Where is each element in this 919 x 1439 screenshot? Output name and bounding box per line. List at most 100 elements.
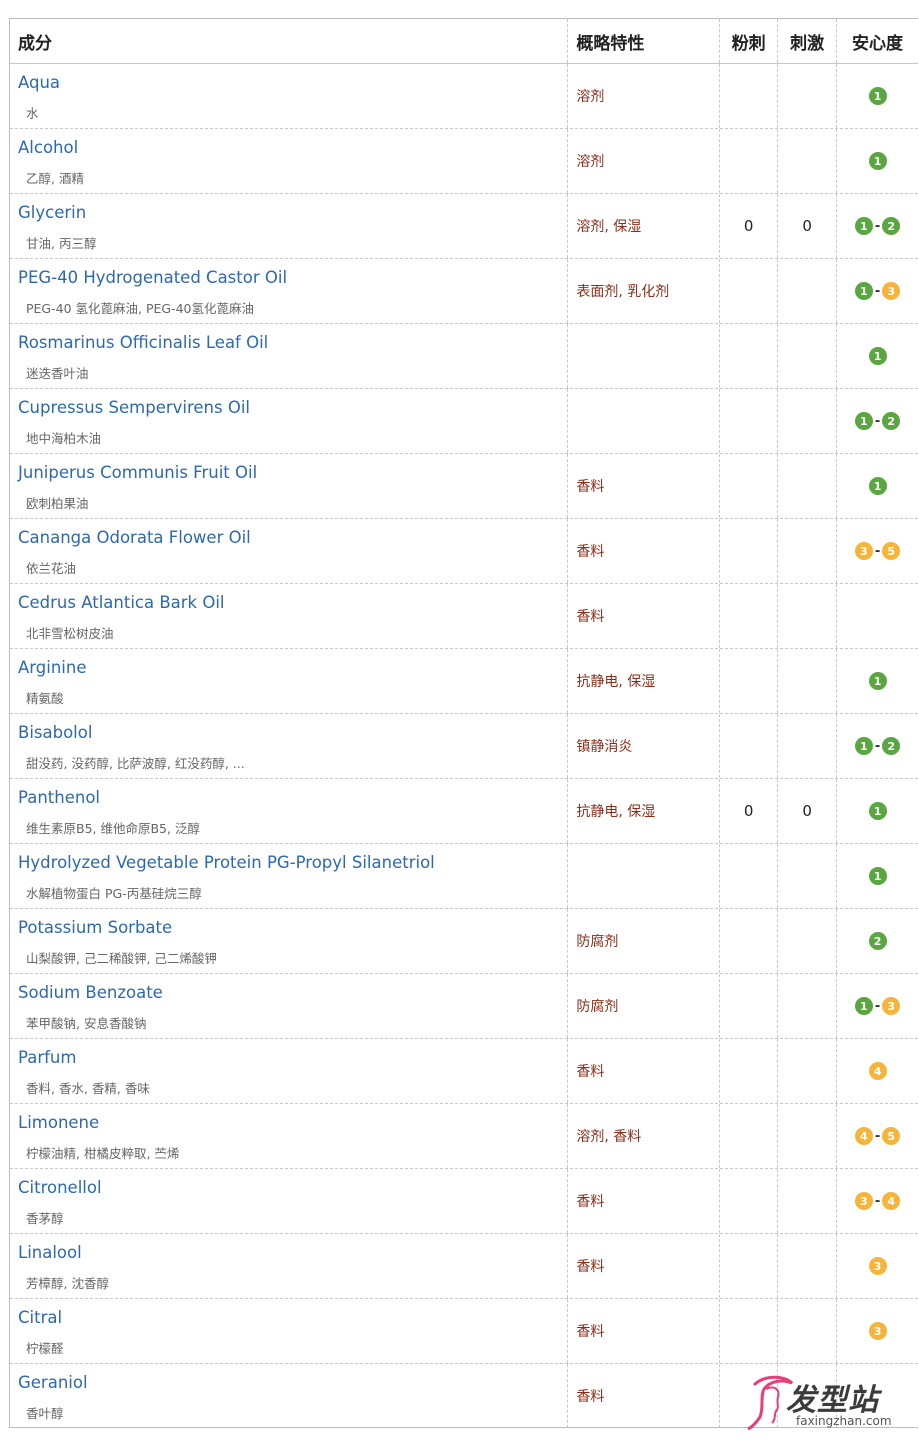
table-row: Panthenol 维生素原B5, 维他命原B5, 泛醇 抗静电, 保湿 0 0 1 <box>10 779 918 844</box>
ingredient-cell: Rosmarinus Officinalis Leaf Oil 迷迭香叶油 <box>10 324 569 388</box>
ingredient-alias: 芳樟醇, 沈香醇 <box>26 1276 109 1291</box>
feature-cell: 溶剂, 保湿 <box>568 194 721 258</box>
table-row: Alcohol 乙醇, 酒精 溶剂 1 <box>10 129 918 194</box>
ingredient-name-link[interactable]: Hydrolyzed Vegetable Protein PG-Propyl S… <box>18 853 435 872</box>
safety-rating: 3-4 <box>837 1169 918 1233</box>
ingredient-name-link[interactable]: Aqua <box>18 73 60 92</box>
safety-cell: 1-3 <box>837 259 918 323</box>
acne-cell <box>720 1299 779 1363</box>
irritation-value <box>778 389 836 453</box>
ingredient-name-link[interactable]: Linalool <box>18 1243 82 1262</box>
ingredient-cell: Citral 柠檬醛 <box>10 1299 569 1363</box>
irritation-value: 0 <box>802 802 812 820</box>
ingredient-name-link[interactable]: Cupressus Sempervirens Oil <box>18 398 250 417</box>
ingredient-alias: 柠檬醛 <box>26 1341 64 1356</box>
safety-badge: 3 <box>882 282 901 300</box>
feature-text: 溶剂 <box>576 89 605 105</box>
safety-rating: 1 <box>837 324 918 388</box>
acne-cell <box>720 259 779 323</box>
ingredient-cell: Juniperus Communis Fruit Oil 欧刺柏果油 <box>10 454 569 518</box>
safety-badge: 1 <box>854 997 873 1015</box>
safety-rating: 1 <box>837 779 918 843</box>
header-irritation: 刺激 <box>778 19 838 63</box>
safety-cell: 4-5 <box>837 1104 918 1168</box>
ingredient-alias: 乙醇, 酒精 <box>26 171 84 186</box>
safety-rating: 1-2 <box>837 714 918 778</box>
irritation-value <box>778 129 836 193</box>
table-row: Potassium Sorbate 山梨酸钾, 己二稀酸钾, 己二烯酸钾 防腐剂 2 <box>10 909 918 974</box>
safety-badge: 1 <box>868 867 887 885</box>
ingredient-name-link[interactable]: Bisabolol <box>18 723 92 742</box>
feature-cell: 表面剂, 乳化剂 <box>568 259 721 323</box>
irritation-value <box>778 519 836 583</box>
ingredient-name-link[interactable]: Alcohol <box>18 138 78 157</box>
irritation-value <box>778 1169 836 1233</box>
irritation-cell <box>778 324 838 388</box>
ingredient-cell: Aqua 水 <box>10 64 569 128</box>
irritation-value <box>778 324 836 388</box>
ingredient-name-link[interactable]: Arginine <box>18 658 87 677</box>
safety-rating: 1-3 <box>837 259 918 323</box>
irritation-cell <box>778 714 838 778</box>
feature-cell: 香料 <box>568 584 721 648</box>
feature-cell: 香料 <box>568 1364 721 1427</box>
ingredient-name-link[interactable]: Citral <box>18 1308 62 1327</box>
irritation-cell <box>778 64 838 128</box>
feature-text: 香料 <box>576 1064 605 1080</box>
feature-text: 表面剂, 乳化剂 <box>576 284 670 300</box>
ingredient-name-link[interactable]: Potassium Sorbate <box>18 918 172 937</box>
acne-value: 0 <box>743 217 754 235</box>
irritation-cell: 0 <box>778 194 838 258</box>
ingredient-name-link[interactable]: Cedrus Atlantica Bark Oil <box>18 593 225 612</box>
ingredient-name-link[interactable]: Geraniol <box>18 1373 88 1392</box>
feature-text: 溶剂, 保湿 <box>576 219 642 235</box>
safety-rating: 4 <box>837 1039 918 1103</box>
safety-badge: 3 <box>854 542 873 560</box>
table-row: Limonene 柠檬油精, 柑橘皮粹取, 苎烯 溶剂, 香料 4-5 <box>10 1104 918 1169</box>
acne-cell <box>720 389 779 453</box>
ingredient-name-link[interactable]: Glycerin <box>18 203 86 222</box>
ingredient-name-link[interactable]: Panthenol <box>18 788 100 807</box>
safety-range-dash: - <box>874 998 881 1014</box>
table-row: Linalool 芳樟醇, 沈香醇 香料 3 <box>10 1234 918 1299</box>
irritation-cell <box>778 454 838 518</box>
ingredient-name-link[interactable]: Parfum <box>18 1048 76 1067</box>
table-row: Aqua 水 溶剂 1 <box>10 64 918 129</box>
ingredient-alias: 香茅醇 <box>26 1211 64 1226</box>
ingredient-name-link[interactable]: Rosmarinus Officinalis Leaf Oil <box>18 333 268 352</box>
safety-rating: 3 <box>837 1299 918 1363</box>
table-row: Cupressus Sempervirens Oil 地中海柏木油 1-2 <box>10 389 918 454</box>
ingredient-cell: Geraniol 香叶醇 <box>10 1364 569 1427</box>
table-row: Rosmarinus Officinalis Leaf Oil 迷迭香叶油 1 <box>10 324 918 389</box>
ingredient-alias: 山梨酸钾, 己二稀酸钾, 己二烯酸钾 <box>26 951 217 966</box>
acne-cell: 0 <box>720 194 779 258</box>
safety-badge: 1 <box>868 347 887 365</box>
safety-rating: 2 <box>837 909 918 973</box>
safety-cell: 3 <box>837 1299 918 1363</box>
ingredient-cell: Bisabolol 甜没药, 没药醇, 比萨波醇, 红没药醇, ... <box>10 714 569 778</box>
ingredient-name-link[interactable]: Citronellol <box>18 1178 102 1197</box>
feature-cell: 镇静消炎 <box>568 714 721 778</box>
ingredient-name-link[interactable]: PEG-40 Hydrogenated Castor Oil <box>18 268 287 287</box>
table-row: Bisabolol 甜没药, 没药醇, 比萨波醇, 红没药醇, ... 镇静消炎 1-… <box>10 714 918 779</box>
acne-value <box>720 389 777 453</box>
table-row: Citronellol 香茅醇 香料 3-4 <box>10 1169 918 1234</box>
acne-value <box>720 324 777 388</box>
acne-cell <box>720 1104 779 1168</box>
ingredient-name-link[interactable]: Sodium Benzoate <box>18 983 163 1002</box>
ingredient-cell: Sodium Benzoate 苯甲酸钠, 安息香酸钠 <box>10 974 569 1038</box>
ingredient-alias: 欧刺柏果油 <box>26 496 89 511</box>
ingredient-alias: 北非雪松树皮油 <box>26 626 114 641</box>
ingredient-name-link[interactable]: Limonene <box>18 1113 99 1132</box>
table-row: Hydrolyzed Vegetable Protein PG-Propyl S… <box>10 844 918 909</box>
ingredient-name-link[interactable]: Cananga Odorata Flower Oil <box>18 528 251 547</box>
feature-cell: 香料 <box>568 1299 721 1363</box>
acne-value <box>720 714 777 778</box>
ingredient-alias: 甜没药, 没药醇, 比萨波醇, 红没药醇, ... <box>26 756 245 771</box>
safety-cell: 2 <box>837 909 918 973</box>
safety-range-dash: - <box>874 283 881 299</box>
ingredient-name-link[interactable]: Juniperus Communis Fruit Oil <box>18 463 257 482</box>
ingredient-cell: Limonene 柠檬油精, 柑橘皮粹取, 苎烯 <box>10 1104 569 1168</box>
irritation-cell <box>778 389 838 453</box>
irritation-cell: 0 <box>778 779 838 843</box>
